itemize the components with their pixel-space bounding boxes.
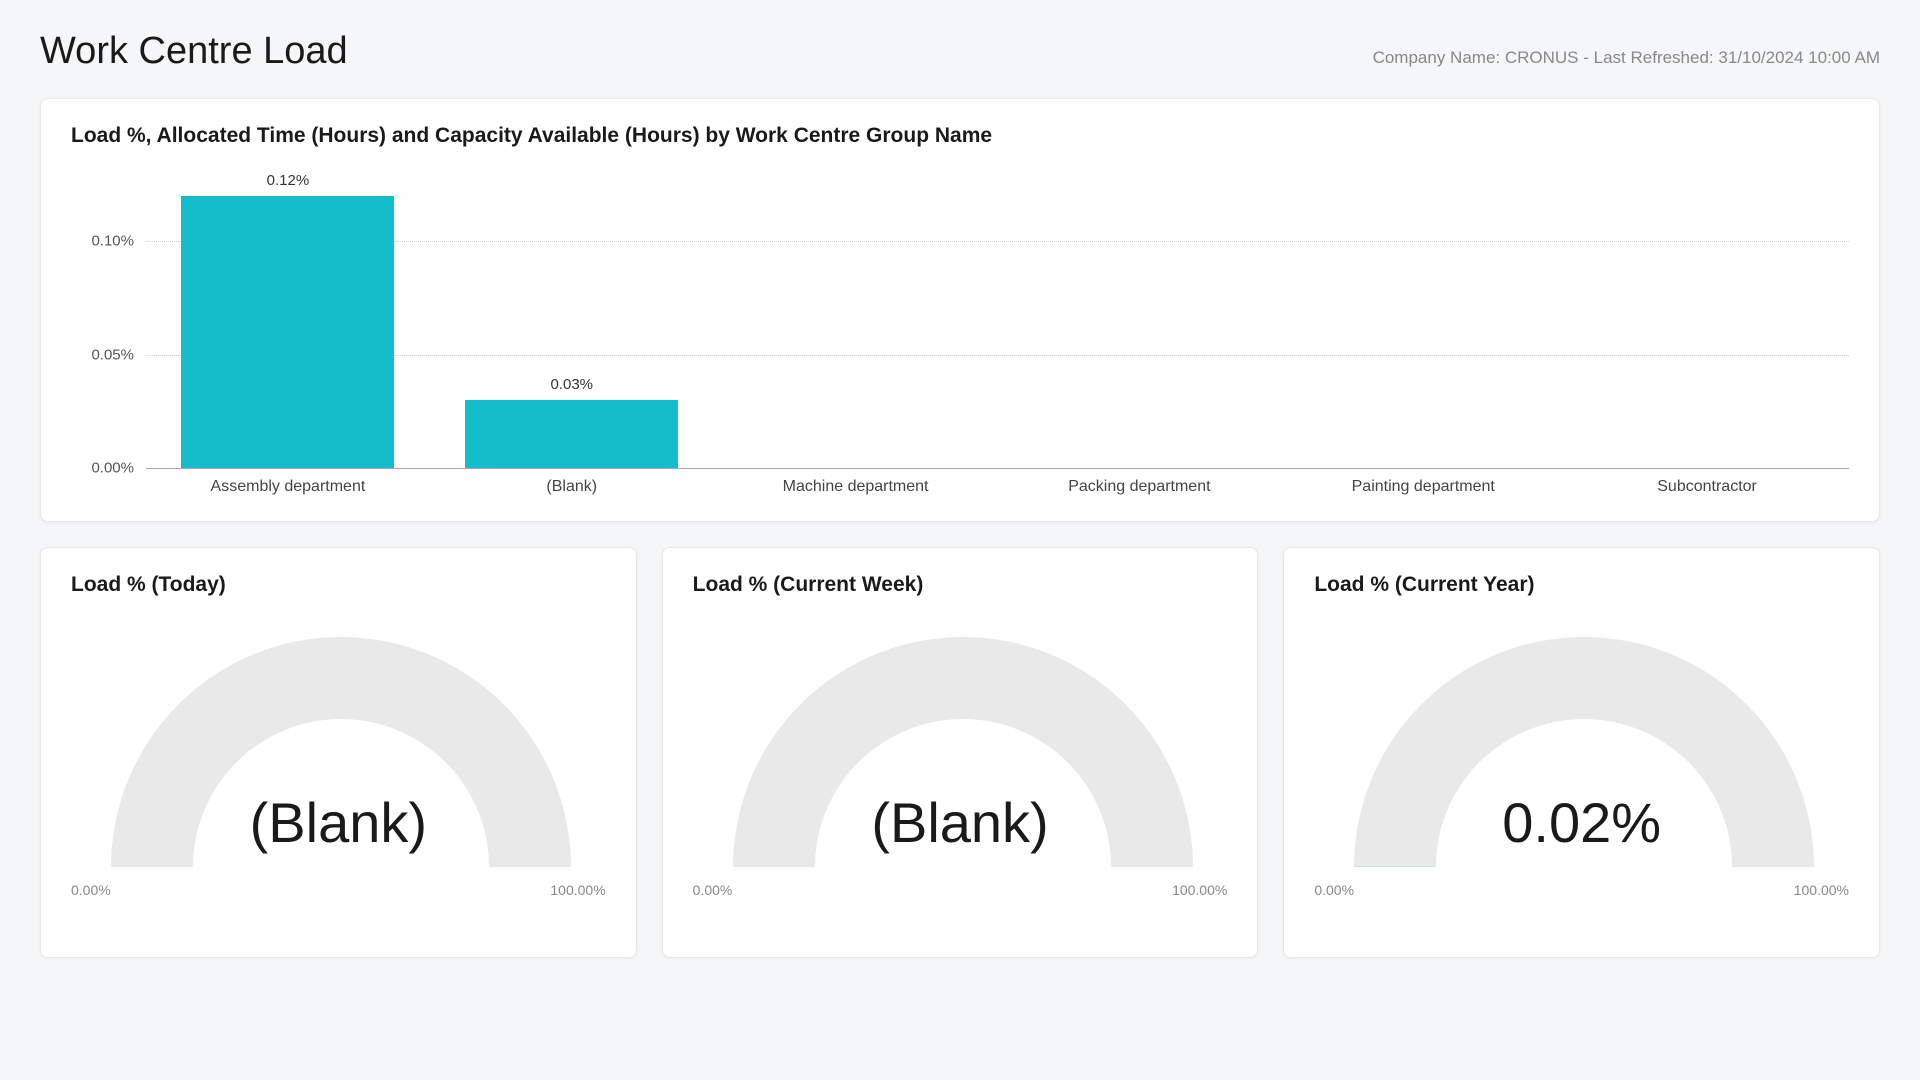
x-tick: (Blank) <box>430 478 714 496</box>
bar-chart-plot: 0.12% 0.03% <box>146 173 1849 468</box>
y-tick: 0.10% <box>91 233 134 250</box>
x-tick: Subcontractor <box>1565 478 1849 496</box>
gauge-min-label: 0.00% <box>1314 882 1354 898</box>
gauge-min-label: 0.00% <box>693 882 733 898</box>
gauge-title: Load % (Today) <box>71 573 606 597</box>
baseline <box>146 468 1849 469</box>
x-tick: Assembly department <box>146 478 430 496</box>
gauges-row: Load % (Today) (Blank)0.00%100.00%Load %… <box>40 547 1880 958</box>
bar-slot <box>1565 173 1849 468</box>
gauge-max-label: 100.00% <box>1172 882 1227 898</box>
gauge-card[interactable]: Load % (Today) (Blank) 0.00% 100.00% <box>40 547 637 958</box>
gauge-card[interactable]: Load % (Current Year) 0.02% 0.00% 100.00% <box>1283 547 1880 958</box>
gauge-title: Load % (Current Year) <box>1314 573 1849 597</box>
bar-chart: 0.10% 0.05% 0.00% 0.12% 0.03% <box>71 173 1849 468</box>
bar-chart-title: Load %, Allocated Time (Hours) and Capac… <box>71 124 1849 148</box>
gauge-card[interactable]: Load % (Current Week) (Blank) 0.00% 100.00… <box>662 547 1259 958</box>
gauge: 0.02% 0.00% 100.00% <box>1314 632 1849 932</box>
bar-chart-y-axis: 0.10% 0.05% 0.00% <box>71 173 146 468</box>
page-title: Work Centre Load <box>40 30 348 73</box>
bar-slot: 0.12% <box>146 173 430 468</box>
y-tick: 0.05% <box>91 346 134 363</box>
bar-slot: 0.03% <box>430 173 714 468</box>
gauge: (Blank) 0.00% 100.00% <box>693 632 1228 932</box>
bar-value-label: 0.03% <box>550 376 593 393</box>
y-tick: 0.00% <box>91 460 134 477</box>
x-tick: Packing department <box>997 478 1281 496</box>
bar-chart-x-axis: Assembly department(Blank)Machine depart… <box>146 478 1849 496</box>
gauge-value: (Blank) <box>71 790 606 855</box>
x-tick: Machine department <box>714 478 998 496</box>
x-tick: Painting department <box>1281 478 1565 496</box>
bar-chart-card[interactable]: Load %, Allocated Time (Hours) and Capac… <box>40 98 1880 522</box>
bar[interactable]: 0.03% <box>465 400 678 468</box>
bar-value-label: 0.12% <box>267 172 310 189</box>
dashboard-header: Work Centre Load Company Name: CRONUS - … <box>40 30 1880 73</box>
gauge-min-label: 0.00% <box>71 882 111 898</box>
company-refresh-info: Company Name: CRONUS - Last Refreshed: 3… <box>1373 48 1880 68</box>
gauge-value: (Blank) <box>693 790 1228 855</box>
bar[interactable]: 0.12% <box>181 196 394 468</box>
gauge-value: 0.02% <box>1314 790 1849 855</box>
gauge-title: Load % (Current Week) <box>693 573 1228 597</box>
gauge-max-label: 100.00% <box>1794 882 1849 898</box>
gauge: (Blank) 0.00% 100.00% <box>71 632 606 932</box>
gauge-max-label: 100.00% <box>550 882 605 898</box>
bar-slot <box>997 173 1281 468</box>
bar-slot <box>1281 173 1565 468</box>
bar-slot <box>714 173 998 468</box>
